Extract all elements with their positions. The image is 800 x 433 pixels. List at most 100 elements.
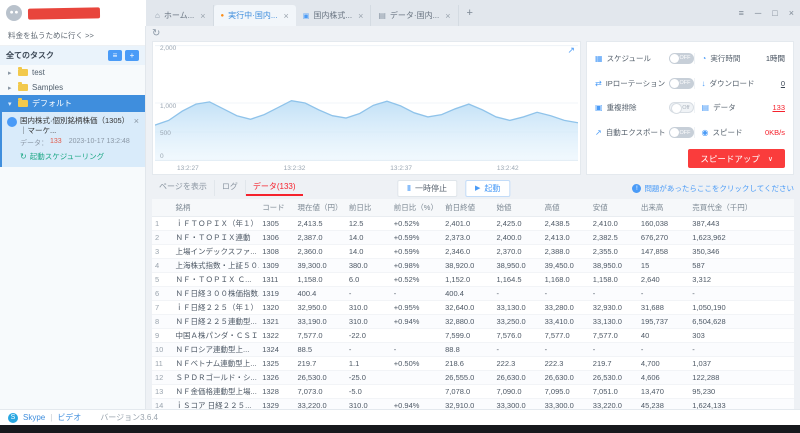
folder-label: test bbox=[32, 68, 45, 77]
download-icon: ↓ bbox=[701, 78, 706, 88]
view-tabs: ページを表示 ログ データ(133) bbox=[152, 180, 303, 196]
view-tab-ログ[interactable]: ログ bbox=[215, 180, 246, 196]
help-link[interactable]: ! 問題があったらここをクリックしてください bbox=[632, 183, 794, 194]
top-row: ↗ 2,000 1,000 500 0 13:2:27 13:2:32 13:2… bbox=[152, 41, 794, 175]
video-link[interactable]: ビデオ bbox=[57, 412, 81, 423]
data-count-value[interactable]: 133 bbox=[772, 103, 785, 112]
help-text: 問題があったらここをクリックしてください bbox=[644, 183, 794, 193]
task-schedule-label: 起動スケジューリング bbox=[29, 151, 105, 161]
status-separator: | bbox=[50, 413, 53, 422]
tab-strip-tabs: ⌂ ホーム... × ● 実行中·国内... × ▣ 国内株式... × ▤ データ·国内... × bbox=[148, 0, 459, 26]
task-card[interactable]: 国内株式·個別銘柄株価（1305）｜マーケ... × データ： 133 2023-… bbox=[0, 112, 145, 167]
task-name: 国内株式·個別銘柄株価（1305）｜マーケ... bbox=[20, 116, 130, 135]
view-tab-データ(133)[interactable]: データ(133) bbox=[245, 180, 303, 196]
title-bar: ⌂ ホーム... × ● 実行中·国内... × ▣ 国内株式... × ▤ データ·国内... × … bbox=[0, 0, 800, 26]
close-icon[interactable]: × bbox=[789, 8, 794, 18]
brand-area bbox=[0, 0, 146, 26]
x-tick-label: 13:2:32 bbox=[283, 165, 306, 172]
view-tab-ページを表示[interactable]: ページを表示 bbox=[152, 180, 215, 196]
tab-data-domestic[interactable]: ▤ データ·国内... × bbox=[371, 5, 459, 26]
task-tree: ▸ test ▸ Samples ▾ デフォルト bbox=[0, 65, 145, 112]
tab-running-domestic[interactable]: ● 実行中·国内... × bbox=[213, 5, 296, 26]
redacted-account-name bbox=[27, 6, 101, 20]
pause-label: 一時停止 bbox=[415, 183, 448, 193]
table-row[interactable]: 3 上場インデックスファ... 1308 2,360.0 14.0 +0.59% 2,346… bbox=[152, 244, 794, 259]
tab-close-icon[interactable]: × bbox=[200, 11, 205, 21]
folder-Samples[interactable]: ▸ Samples bbox=[0, 80, 145, 95]
sidebar: 料金を払うために行く >> 全てのタスク ≡ + ▸ test ▸ Samples ▾ デ… bbox=[0, 26, 146, 409]
column-header: 始値 bbox=[493, 199, 542, 217]
task-timestamp: 2023-10-17 13:2:48 bbox=[68, 137, 130, 145]
ip-icon: ⇄ bbox=[595, 78, 602, 88]
tab-domestic-stocks[interactable]: ▣ 国内株式... × bbox=[296, 5, 372, 26]
stat-run-time: ◔ 実行時間 1時間 bbox=[693, 52, 785, 64]
folder-icon bbox=[18, 67, 28, 76]
menu-icon[interactable]: ≡ bbox=[739, 8, 744, 18]
status-bar: S Skype | ビデオ バージョン3.6.4 bbox=[0, 409, 800, 425]
y-tick-label: 2,000 bbox=[160, 45, 177, 52]
folder-test[interactable]: ▸ test bbox=[0, 65, 145, 80]
folder-label: デフォルト bbox=[32, 99, 72, 108]
app-logo-icon bbox=[6, 5, 22, 21]
table-row[interactable]: 2 ＮＦ・ＴＯＰＩＸ連動 1306 2,387.0 14.0 +0.59% 2,373.0 2… bbox=[152, 230, 794, 245]
speedup-button[interactable]: スピードアップ ∨ bbox=[688, 149, 785, 168]
minimize-icon[interactable]: ─ bbox=[755, 8, 761, 18]
table-row[interactable]: 6 ＮＦ日経３００株価指数... 1319 400.4- -400.4- - - - - bbox=[152, 286, 794, 301]
schedule-toggle[interactable]: OFF bbox=[668, 52, 694, 64]
chevron-down-icon: ▾ bbox=[8, 100, 12, 108]
download-value[interactable]: 0 bbox=[781, 79, 785, 88]
upgrade-link[interactable]: 料金を払うために行く >> bbox=[0, 26, 145, 46]
tab-close-icon[interactable]: × bbox=[284, 11, 289, 21]
data_tab-tab-icon: ▤ bbox=[378, 11, 386, 20]
task-data-prefix: データ： bbox=[20, 139, 48, 147]
schedule-icon: ↻ bbox=[20, 151, 27, 161]
column-header: 出来高 bbox=[637, 199, 690, 217]
table-row[interactable]: 9 中国Ａ株パンダ・ＣＳＩ... 1322 7,577.0 -22.0 7,599.0 7,… bbox=[152, 328, 794, 343]
start-label: 起動 bbox=[484, 183, 501, 193]
auto-export-toggle[interactable]: OFF bbox=[668, 127, 694, 139]
pause-button[interactable]: ‖ 一時停止 bbox=[397, 179, 458, 197]
table-row[interactable]: 7 ｉＦ日経２２５（年１） 1320 32,950.0 310.0 +0.95% 32,64… bbox=[152, 300, 794, 315]
expand-chart-icon[interactable]: ↗ bbox=[567, 45, 575, 56]
table-row[interactable]: 10 ＮＦロシア連動型上... 1324 88.5- -88.8- - - - - bbox=[152, 342, 794, 357]
refresh-icon[interactable]: ↻ bbox=[152, 28, 166, 40]
setting-schedule: ▦ スケジュール OFF bbox=[595, 52, 694, 64]
table-row[interactable]: 5 ＮＦ・ＴＯＰＩＸ Ｃ... 1311 1,158.0 6.0 +0.52% 1,152.… bbox=[152, 272, 794, 287]
column-header: コード bbox=[259, 199, 295, 217]
tab-close-icon[interactable]: × bbox=[445, 11, 450, 21]
chart-card: ↗ 2,000 1,000 500 0 13:2:27 13:2:32 13:2… bbox=[152, 41, 581, 175]
new-tab-button[interactable]: + bbox=[459, 7, 481, 19]
list-view-icon[interactable]: ≡ bbox=[108, 50, 122, 61]
taskbar-strip bbox=[0, 425, 800, 433]
table-row[interactable]: 8 ＮＦ日経２２５連動型... 1321 33,190.0 310.0 +0.94% 32,… bbox=[152, 314, 794, 329]
speed-value: 0KB/s bbox=[764, 128, 785, 138]
add-folder-icon[interactable]: + bbox=[125, 50, 139, 61]
skype-icon: S bbox=[8, 412, 18, 423]
y-tick-label: 500 bbox=[160, 130, 171, 138]
tab-close-icon[interactable]: × bbox=[358, 11, 363, 21]
chevron-down-icon: ∨ bbox=[767, 155, 773, 163]
all-tasks-label: 全てのタスク bbox=[6, 51, 54, 60]
column-header: 前日比（%） bbox=[390, 199, 443, 217]
task-icon bbox=[7, 117, 17, 127]
table-row[interactable]: 13 ＮＦ金価格連動型上場... 1328 7,073.0 -5.0 7,078.0 7,0… bbox=[152, 384, 794, 399]
start-button[interactable]: ▶ 起動 bbox=[465, 179, 511, 197]
table-row[interactable]: 4 上海株式指数・上証５０... 1309 39,300.0 380.0 +0.98% 38… bbox=[152, 258, 794, 273]
ip-rotation-toggle[interactable]: OFF bbox=[668, 77, 694, 89]
skype-link[interactable]: Skype bbox=[23, 413, 45, 422]
setting-ip-rotation: ⇄ IPローテーション OFF bbox=[595, 77, 694, 89]
maximize-icon[interactable]: □ bbox=[772, 8, 777, 18]
folder-デフォルト[interactable]: ▾ デフォルト bbox=[0, 95, 145, 112]
app-window: ⌂ ホーム... × ● 実行中·国内... × ▣ 国内株式... × ▤ データ·国内... × … bbox=[0, 0, 800, 433]
window-controls: ≡ ─ □ × bbox=[739, 8, 794, 18]
dedup-toggle[interactable]: Off bbox=[668, 102, 694, 115]
task-schedule-link[interactable]: ↻ 起動スケジューリング bbox=[7, 151, 139, 162]
table-row[interactable]: 11 ＮＦベトナム連動型上... 1325 219.7 1.1 +0.50% 218.6 22… bbox=[152, 356, 794, 371]
tab-home[interactable]: ⌂ ホーム... × bbox=[148, 5, 214, 26]
data-icon: ▤ bbox=[701, 103, 710, 113]
table-row[interactable]: 1 ｉＦＴＯＰＩＸ（年１） 1305 2,413.5 12.5 +0.52% 2,401.0… bbox=[152, 216, 794, 231]
table-row[interactable]: 12 ＳＰＤＲゴールド・シ... 1326 26,530.0 -25.0 26,555.0… bbox=[152, 370, 794, 385]
task-close-icon[interactable]: × bbox=[134, 116, 139, 126]
speed-icon: ◉ bbox=[701, 128, 709, 138]
data-table: 銘柄 コード 現在値（円） 前日比 前日比（%） 前日終値 始値 高値 安値 出来高 売買代金（千円… bbox=[152, 199, 794, 433]
